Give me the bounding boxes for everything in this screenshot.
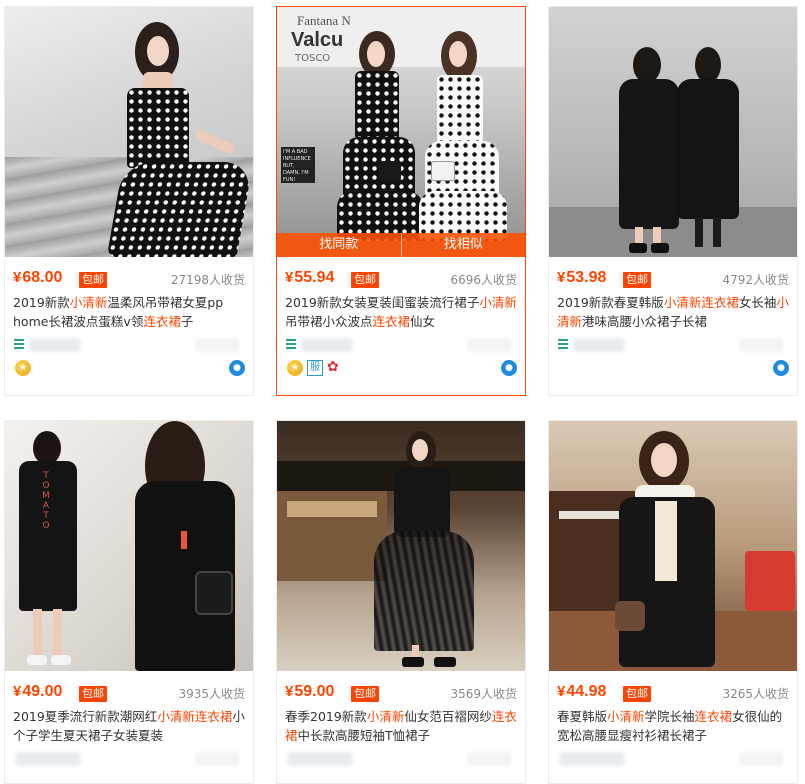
product-card[interactable]: ¥59.00 包邮 3569人收货 春季2019新款小清新仙女范百褶网纱连衣裙中… — [276, 420, 526, 784]
product-title[interactable]: 2019新款小清新温柔风吊带裙女夏pp home长裙波点蛋糕v领连衣裙子 — [5, 293, 253, 333]
product-card[interactable]: TOMATO ¥49.00 包邮 3935人收货 2019夏季流行新款潮网红小清… — [4, 420, 254, 784]
gold-medal-icon: ★ — [15, 360, 31, 376]
price-row: ¥68.00 包邮 27198人收货 — [5, 265, 253, 291]
store-sign: Valcu — [291, 29, 344, 51]
product-photo[interactable]: Fantana N Valcu TOSCO I'M A BAD INFLUENC… — [277, 7, 525, 257]
price: ¥44.98 — [557, 683, 607, 700]
price-row: ¥53.98 包邮 4792人收货 — [549, 265, 797, 291]
product-card[interactable]: Fantana N Valcu TOSCO I'M A BAD INFLUENC… — [276, 6, 526, 396]
shop-row[interactable] — [5, 333, 253, 355]
product-title[interactable]: 春夏韩版小清新学院长袖连衣裙女很仙的宽松高腰显瘦衬衫裙长裙子 — [549, 707, 797, 747]
sales-count: 3569人收货 — [450, 687, 517, 701]
free-shipping-tag: 包邮 — [351, 272, 379, 288]
shop-name-blurred — [29, 338, 81, 352]
find-same-button[interactable]: 找同款 — [277, 233, 401, 257]
store-sign: TOSCO — [295, 53, 331, 64]
price: ¥55.94 — [285, 269, 335, 286]
find-bar: 找同款 找相似 — [277, 233, 525, 257]
price: ¥49.00 — [13, 683, 63, 700]
poster: I'M A BAD INFLUENCE BUT, DAMN, I'M FUN! — [281, 147, 315, 183]
sales-count: 3935人收货 — [178, 687, 245, 701]
price: ¥59.00 — [285, 683, 335, 700]
flower-badge-icon: ✿ — [327, 359, 339, 375]
product-photo[interactable] — [5, 7, 253, 257]
shop-name-blurred — [573, 338, 625, 352]
location-blurred — [195, 752, 239, 766]
product-title[interactable]: 2019新款春夏韩版小清新连衣裙女长袖小清新港味高腰小众裙子长裙 — [549, 293, 797, 333]
location-blurred — [739, 338, 783, 352]
wangwang-icon[interactable]: ● — [501, 360, 517, 376]
shop-row[interactable] — [277, 747, 525, 769]
product-photo[interactable] — [549, 421, 797, 671]
shop-row[interactable] — [549, 747, 797, 769]
wangwang-icon[interactable]: ● — [773, 360, 789, 376]
free-shipping-tag: 包邮 — [623, 272, 651, 288]
product-title[interactable]: 春季2019新款小清新仙女范百褶网纱连衣裙中长款高腰短袖T恤裙子 — [277, 707, 525, 747]
clothing-badge-icon: 服 — [307, 360, 323, 376]
location-blurred — [739, 752, 783, 766]
shop-name-blurred — [15, 752, 81, 766]
price-row: ¥49.00 包邮 3935人收货 — [5, 679, 253, 705]
price-row: ¥55.94 包邮 6696人收货 — [277, 265, 525, 291]
product-card[interactable]: ¥53.98 包邮 4792人收货 2019新款春夏韩版小清新连衣裙女长袖小清新… — [548, 6, 798, 396]
shop-name-blurred — [287, 752, 353, 766]
shop-name-blurred — [301, 338, 353, 352]
price-row: ¥44.98 包邮 3265人收货 — [549, 679, 797, 705]
sales-count: 6696人收货 — [450, 273, 517, 287]
free-shipping-tag: 包邮 — [623, 686, 651, 702]
shop-name-blurred — [559, 752, 625, 766]
sales-count: 4792人收货 — [722, 273, 789, 287]
find-similar-button[interactable]: 找相似 — [400, 233, 526, 257]
sales-count: 3265人收货 — [722, 687, 789, 701]
price: ¥68.00 — [13, 269, 63, 286]
product-photo[interactable] — [549, 7, 797, 257]
free-shipping-tag: 包邮 — [351, 686, 379, 702]
shop-icon — [14, 339, 24, 349]
price: ¥53.98 — [557, 269, 607, 286]
badge-row: ★ 服 ✿ ● — [277, 355, 525, 381]
location-blurred — [467, 752, 511, 766]
gold-medal-icon: ★ — [287, 360, 303, 376]
shop-icon — [286, 339, 296, 349]
location-blurred — [467, 338, 511, 352]
shop-icon — [558, 339, 568, 349]
store-sign: Fantana N — [297, 13, 351, 28]
product-title[interactable]: 2019新款女装夏装闺蜜装流行裙子小清新吊带裙小众波点连衣裙仙女 — [277, 293, 525, 333]
free-shipping-tag: 包邮 — [79, 686, 107, 702]
price-row: ¥59.00 包邮 3569人收货 — [277, 679, 525, 705]
product-photo[interactable] — [277, 421, 525, 671]
sales-count: 27198人收货 — [170, 273, 245, 287]
badge-row: ● — [549, 355, 797, 381]
product-photo[interactable]: TOMATO — [5, 421, 253, 671]
shop-row[interactable] — [549, 333, 797, 355]
free-shipping-tag: 包邮 — [79, 272, 107, 288]
shop-row[interactable] — [5, 747, 253, 769]
location-blurred — [195, 338, 239, 352]
product-card[interactable]: ¥44.98 包邮 3265人收货 春夏韩版小清新学院长袖连衣裙女很仙的宽松高腰… — [548, 420, 798, 784]
shop-row[interactable] — [277, 333, 525, 355]
badge-row: ★ ● — [5, 355, 253, 381]
product-title[interactable]: 2019夏季流行新款潮网红小清新连衣裙小个子学生夏天裙子女装夏装 — [5, 707, 253, 747]
dress-print: TOMATO — [42, 471, 50, 531]
product-card[interactable]: ¥68.00 包邮 27198人收货 2019新款小清新温柔风吊带裙女夏pp h… — [4, 6, 254, 396]
wangwang-icon[interactable]: ● — [229, 360, 245, 376]
